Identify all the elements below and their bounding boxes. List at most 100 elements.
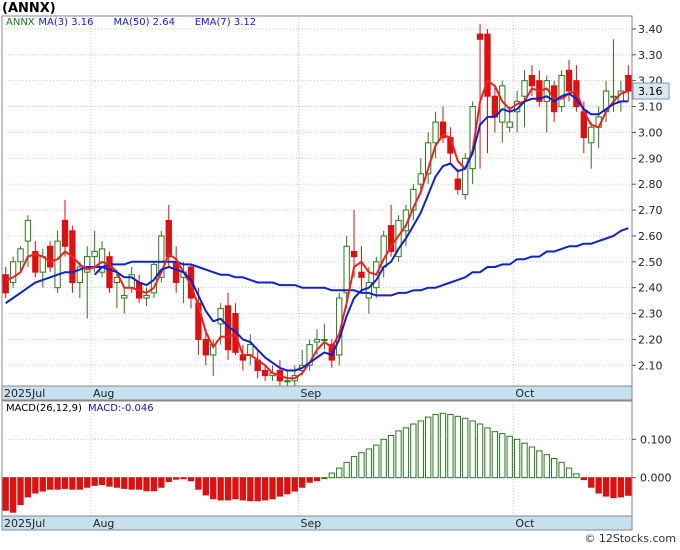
macd-bar	[291, 477, 298, 492]
candle-body	[54, 240, 61, 289]
candle-body	[173, 261, 180, 284]
macd-bar	[447, 413, 454, 479]
candle-body	[521, 80, 528, 97]
macd-bar	[350, 456, 358, 479]
macd-bar	[202, 477, 209, 496]
macd-bar	[91, 477, 98, 486]
macd-bar	[513, 438, 521, 479]
macd-bar	[165, 477, 172, 482]
macd-bar	[247, 477, 254, 502]
candle-body	[588, 126, 595, 144]
macd-bar	[573, 473, 580, 479]
price-date-label: Oct	[515, 387, 535, 400]
candle-body	[17, 248, 24, 263]
candle-body	[350, 250, 358, 258]
macd-bar	[365, 448, 373, 479]
macd-bar	[84, 477, 91, 488]
macd-bar	[588, 477, 595, 488]
macd-bar	[158, 477, 165, 488]
price-legend-item: EMA(7) 3.12	[195, 17, 256, 28]
last-price-label: 3.16	[638, 85, 663, 98]
candle-body	[121, 294, 128, 299]
macd-bar	[410, 423, 417, 479]
macd-bar	[454, 415, 461, 479]
price-legend-item: MA(3) 3.16	[38, 17, 93, 28]
macd-bar	[32, 477, 39, 494]
candle-body	[91, 250, 98, 258]
macd-bar	[173, 477, 180, 480]
macd-panel: 0.000 0.100 MACD(26,12,9) MACD:-0.046 2025Ju…	[1, 400, 672, 531]
macd-bar	[143, 477, 150, 492]
macd-bar	[373, 444, 380, 479]
macd-date-label: Oct	[515, 517, 535, 530]
macd-bar	[150, 477, 158, 492]
price-tick-label: 2.20	[638, 333, 663, 346]
candle-body	[261, 369, 269, 377]
candle-body	[284, 380, 291, 383]
macd-bar	[195, 477, 202, 490]
price-legend-item: ANNX	[6, 17, 35, 28]
macd-bar	[69, 477, 76, 490]
macd-bar	[47, 477, 54, 490]
macd-bar	[469, 420, 476, 479]
macd-bar	[276, 477, 284, 497]
macd-bar	[617, 477, 625, 498]
candle-body	[2, 274, 9, 294]
price-tick-label: 2.30	[638, 308, 663, 321]
candle-body	[432, 121, 439, 144]
macd-bar	[484, 427, 491, 479]
macd-bar	[417, 420, 424, 479]
macd-bar	[24, 477, 32, 498]
price-legend-item: MA(50) 2.64	[114, 17, 175, 28]
macd-bar	[558, 461, 565, 479]
macd-bar	[239, 477, 247, 501]
candle-body	[9, 261, 17, 284]
macd-bar	[432, 413, 439, 479]
price-tick-label: 3.00	[638, 126, 663, 139]
candle-body	[476, 33, 484, 40]
macd-bar	[254, 477, 261, 502]
price-tick-label: 2.50	[638, 256, 663, 269]
macd-bar	[121, 477, 128, 489]
macd-bar	[328, 472, 335, 479]
candle-body	[565, 69, 573, 92]
macd-bar	[306, 477, 313, 483]
macd-bar	[17, 477, 24, 505]
chart-title: (ANNX)	[2, 1, 56, 16]
macd-bar	[113, 477, 121, 488]
macd-bar	[395, 430, 402, 479]
candle-body	[417, 173, 424, 185]
macd-bar	[521, 442, 528, 479]
chart-canvas: 2.10 2.20 2.30 2.40 2.50 2.60 2.70 2.80 2.90 3.00…	[1, 1, 676, 545]
macd-bar	[336, 467, 343, 479]
macd-date-label: 2025Jul	[4, 517, 45, 530]
candle-body	[358, 271, 365, 278]
macd-tick-label: 0.100	[640, 433, 672, 446]
macd-bar	[380, 438, 387, 479]
macd-bar	[9, 477, 17, 513]
candle-body	[558, 75, 565, 108]
macd-bar	[387, 435, 395, 479]
macd-bar	[269, 477, 276, 500]
macd-bar	[425, 416, 432, 479]
candle-body	[506, 121, 513, 128]
macd-bar	[543, 454, 550, 479]
macd-bar	[2, 477, 9, 511]
macd-bar	[187, 477, 195, 482]
macd-bar	[106, 477, 113, 487]
price-tick-label: 2.40	[638, 282, 663, 295]
candle-body	[625, 75, 632, 92]
candle-body	[202, 338, 209, 356]
macd-bar	[261, 477, 269, 501]
macd-bar	[602, 477, 610, 497]
macd-bar	[98, 477, 106, 486]
candle-body	[106, 256, 113, 289]
macd-bar	[402, 427, 410, 479]
macd-bar	[439, 412, 447, 479]
macd-bar	[565, 467, 573, 479]
price-date-label: Aug	[93, 387, 114, 400]
macd-bar	[210, 477, 217, 500]
macd-bar	[76, 477, 83, 490]
candle-body	[610, 95, 617, 98]
macd-date-label: Aug	[93, 517, 114, 530]
